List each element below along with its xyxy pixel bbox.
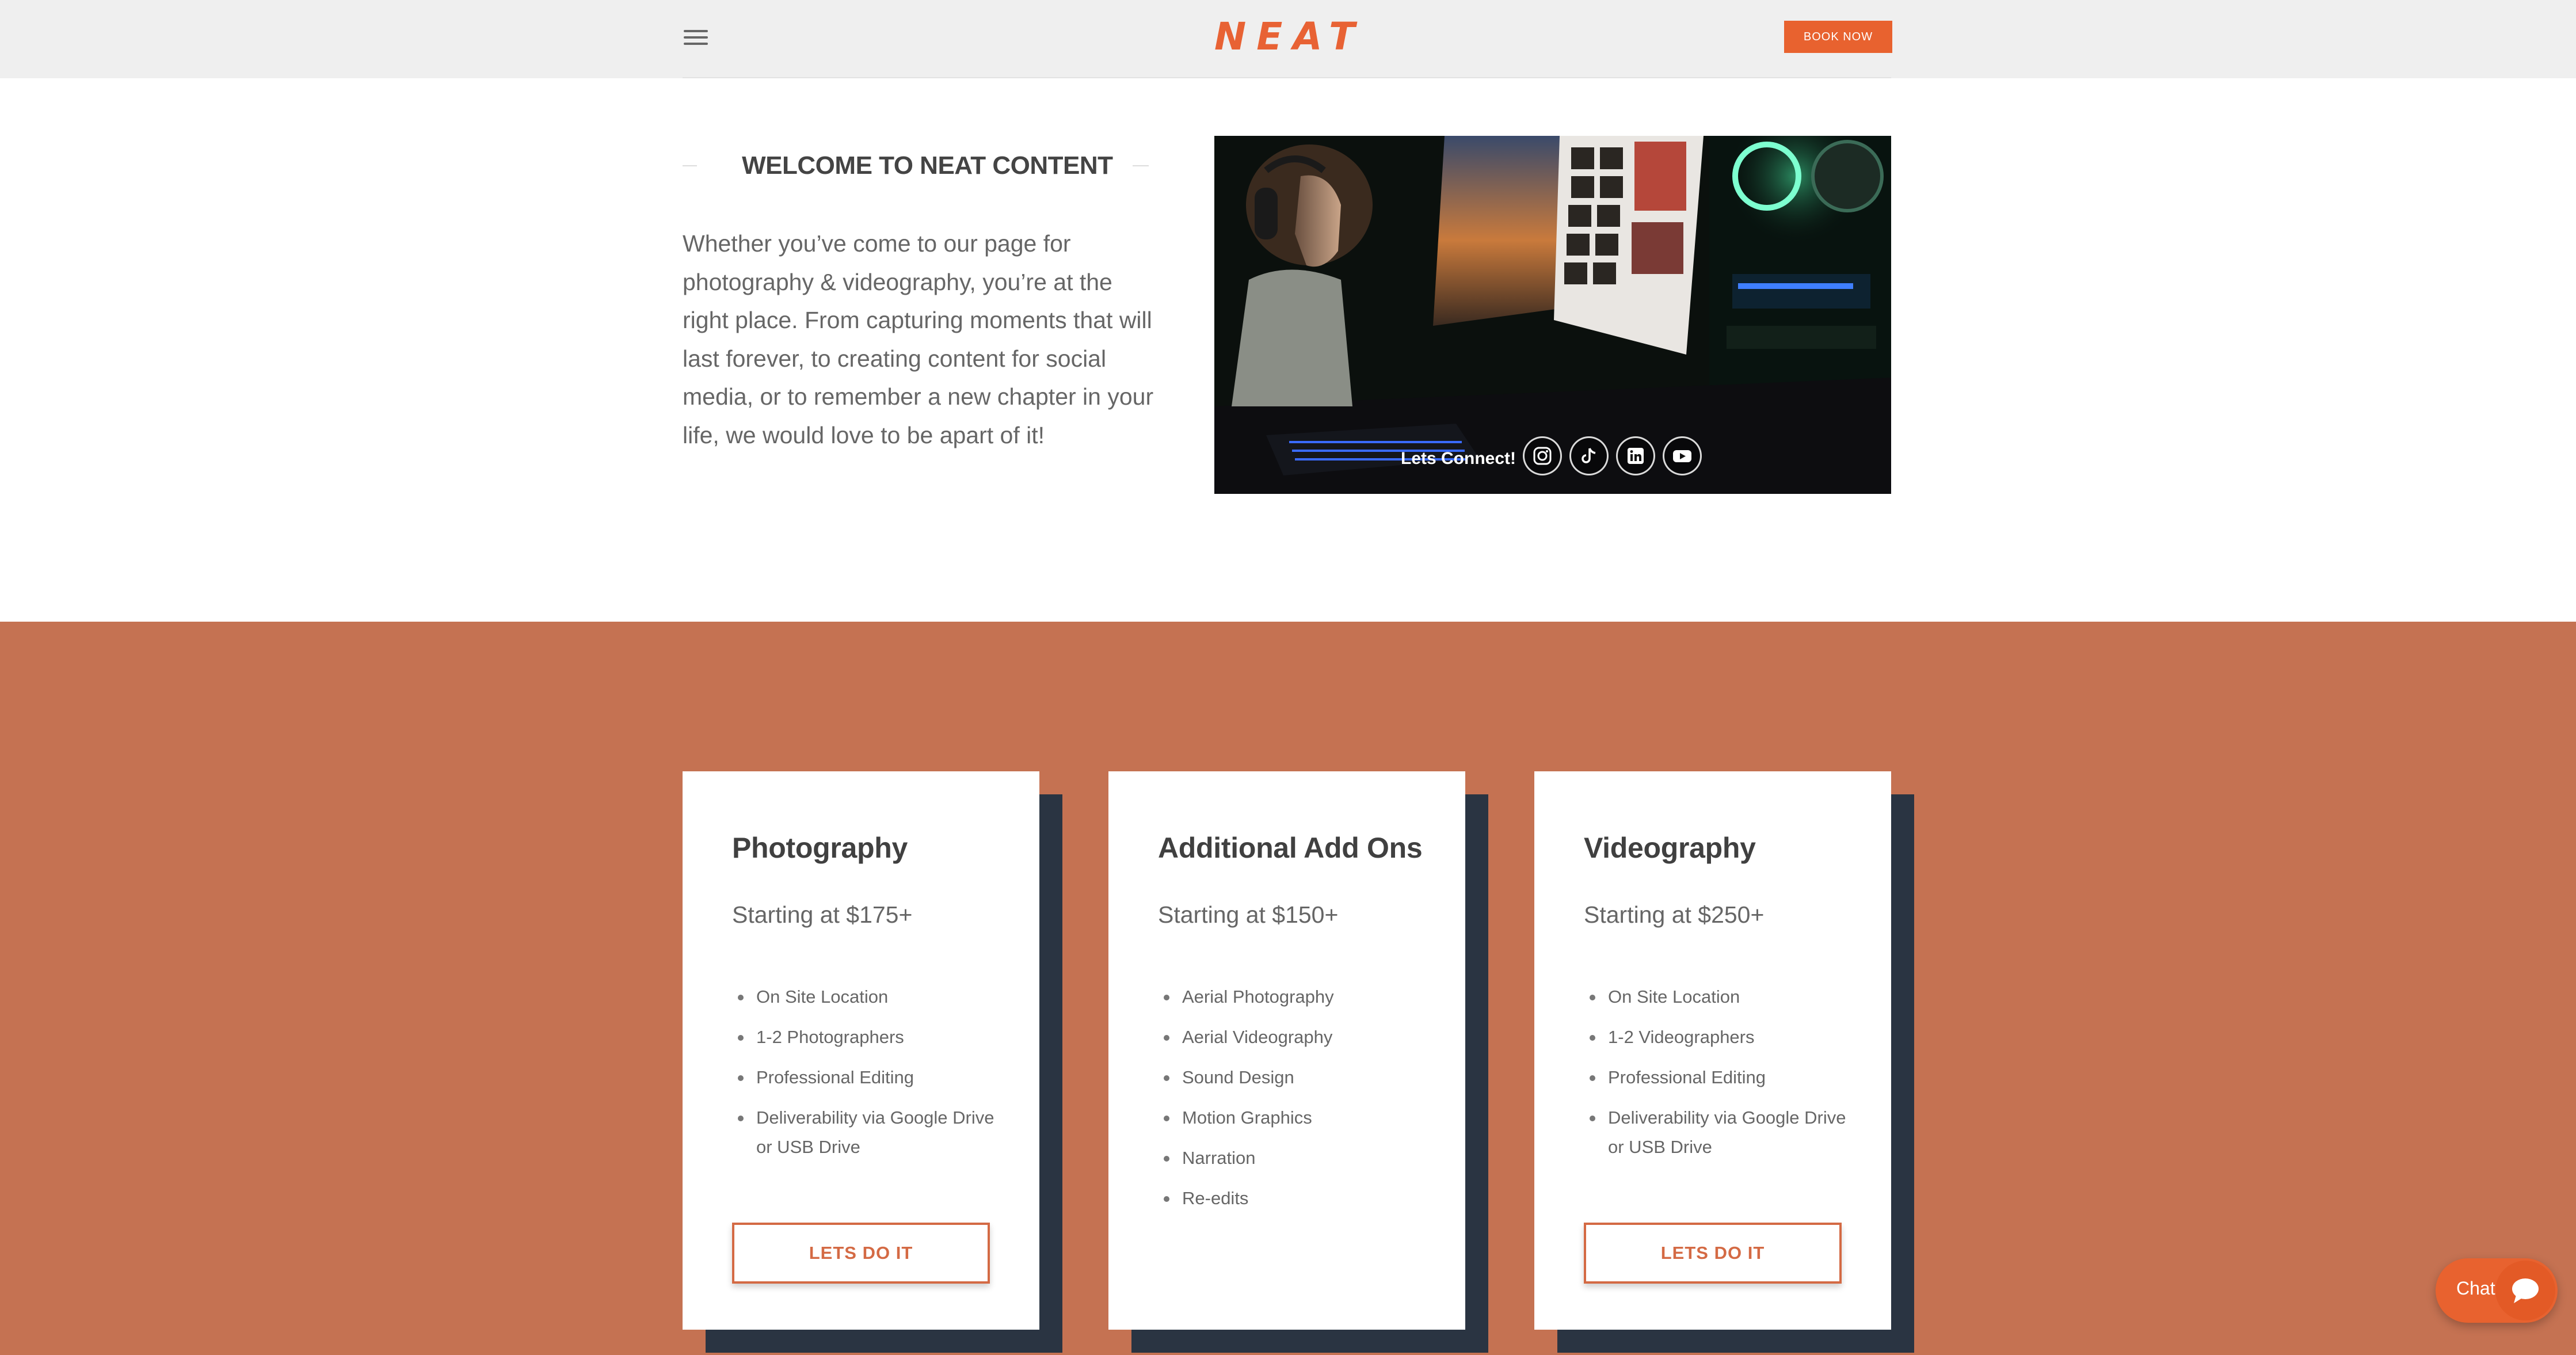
tiktok-link[interactable] <box>1569 436 1609 475</box>
linkedin-link[interactable] <box>1616 436 1655 475</box>
book-now-button[interactable]: BOOK NOW <box>1784 21 1892 53</box>
card-title: Photography <box>732 832 908 864</box>
card-title: Videography <box>1584 832 1756 864</box>
menu-icon[interactable] <box>684 26 710 47</box>
instagram-link[interactable] <box>1523 436 1562 475</box>
menu-icon-bar <box>684 43 708 45</box>
linkedin-icon <box>1628 448 1644 464</box>
heading-divider <box>1132 165 1149 166</box>
service-card-add-ons: Additional Add Ons Starting at $150+ Aer… <box>1108 771 1465 1330</box>
site-logo[interactable]: NEAT <box>1214 14 1358 60</box>
list-item: 1-2 Videographers <box>1584 1022 1860 1052</box>
tiktok-icon <box>1582 448 1596 463</box>
chat-label: Chat <box>2456 1278 2495 1299</box>
service-card-videography: Videography Starting at $250+ On Site Lo… <box>1534 771 1891 1330</box>
feature-list: On Site Location 1-2 Videographers Profe… <box>1584 982 1860 1173</box>
welcome-heading: WELCOME TO NEAT CONTENT <box>742 151 1113 180</box>
youtube-icon <box>1673 450 1691 462</box>
chat-bubble-icon <box>2495 1261 2555 1320</box>
list-item: Aerial Photography <box>1158 982 1434 1011</box>
speech-bubble-icon <box>2512 1278 2539 1303</box>
list-item: Deliverability via Google Drive or USB D… <box>732 1103 1008 1162</box>
card-price: Starting at $250+ <box>1584 901 1765 928</box>
chat-widget-button[interactable]: Chat <box>2436 1258 2558 1323</box>
card-title: Additional Add Ons <box>1158 832 1423 864</box>
lets-do-it-button[interactable]: LETS DO IT <box>1584 1223 1842 1284</box>
list-item: Narration <box>1158 1143 1434 1173</box>
lets-do-it-button[interactable]: LETS DO IT <box>732 1223 990 1284</box>
list-item: Aerial Videography <box>1158 1022 1434 1052</box>
card-price: Starting at $175+ <box>732 901 913 928</box>
feature-list: Aerial Photography Aerial Videography So… <box>1158 982 1434 1224</box>
logo-text: NEAT <box>1214 14 1366 59</box>
list-item: Re-edits <box>1158 1183 1434 1213</box>
instagram-icon <box>1533 447 1552 465</box>
welcome-heading-row: WELCOME TO NEAT CONTENT <box>683 147 1149 184</box>
list-item: Professional Editing <box>732 1063 1008 1092</box>
header-divider <box>683 77 1891 78</box>
list-item: On Site Location <box>732 982 1008 1011</box>
menu-icon-bar <box>684 30 708 32</box>
list-item: Deliverability via Google Drive or USB D… <box>1584 1103 1860 1162</box>
feature-list: On Site Location 1-2 Photographers Profe… <box>732 982 1008 1173</box>
list-item: Sound Design <box>1158 1063 1434 1092</box>
list-item: On Site Location <box>1584 982 1860 1011</box>
service-card-photography: Photography Starting at $175+ On Site Lo… <box>683 771 1039 1330</box>
lets-connect-label: Lets Connect! <box>1401 449 1516 468</box>
card-price: Starting at $150+ <box>1158 901 1339 928</box>
heading-divider <box>683 165 698 166</box>
list-item: Professional Editing <box>1584 1063 1860 1092</box>
list-item: Motion Graphics <box>1158 1103 1434 1132</box>
site-header: NEAT BOOK NOW <box>0 0 2576 78</box>
welcome-paragraph: Whether you’ve come to our page for phot… <box>683 230 1154 448</box>
list-item: 1-2 Photographers <box>732 1022 1008 1052</box>
youtube-link[interactable] <box>1663 436 1702 475</box>
menu-icon-bar <box>684 36 708 39</box>
